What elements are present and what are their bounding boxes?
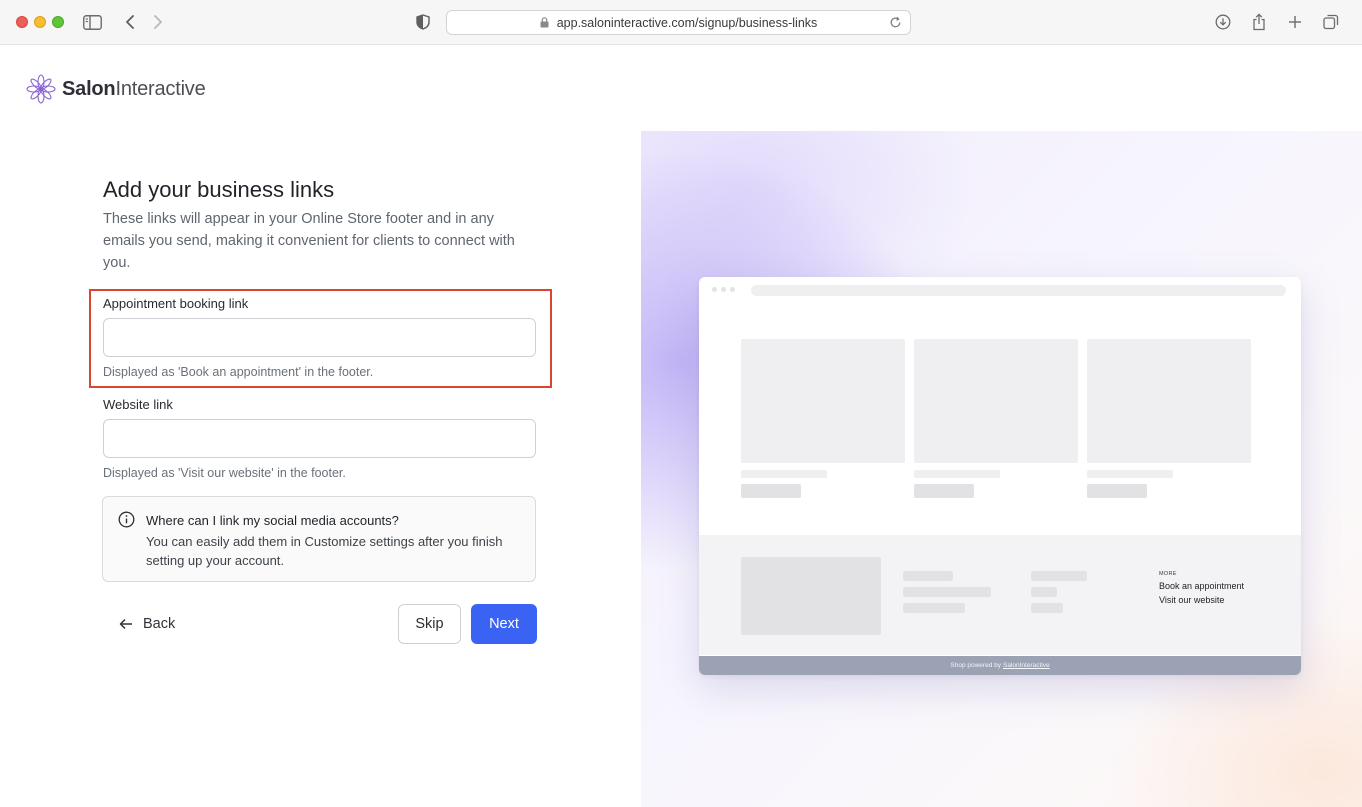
mock-powered-by-bar: Shop powered by SalonInteractive bbox=[699, 656, 1301, 675]
mock-footer-heading bbox=[1031, 571, 1087, 581]
social-media-info-box: Where can I link my social media account… bbox=[102, 496, 536, 582]
mock-product-price bbox=[741, 484, 801, 498]
close-window-button[interactable] bbox=[16, 16, 28, 28]
info-text: You can easily add them in Customize set… bbox=[146, 534, 503, 568]
back-chevron-icon[interactable] bbox=[122, 10, 138, 34]
address-bar[interactable]: app.saloninteractive.com/signup/business… bbox=[446, 10, 911, 35]
lock-icon bbox=[540, 17, 549, 28]
mock-product-title bbox=[741, 470, 827, 478]
flower-logo-icon bbox=[26, 74, 56, 104]
mock-product-price bbox=[914, 484, 974, 498]
mock-product-title bbox=[914, 470, 1000, 478]
info-title: Where can I link my social media account… bbox=[146, 513, 399, 528]
mock-store-footer: MORE Book an appointment Visit our websi… bbox=[699, 535, 1301, 655]
appointment-link-input[interactable] bbox=[103, 318, 536, 357]
mock-footer-line bbox=[1031, 587, 1057, 597]
mock-footer-book-link: Book an appointment bbox=[1159, 581, 1245, 591]
share-icon[interactable] bbox=[1250, 10, 1268, 34]
mock-window-dot bbox=[721, 287, 726, 292]
mock-product-price bbox=[1087, 484, 1147, 498]
tab-overview-icon[interactable] bbox=[1322, 10, 1340, 34]
mock-footer-line bbox=[903, 603, 965, 613]
website-link-input[interactable] bbox=[103, 419, 536, 458]
store-preview-panel: MORE Book an appointment Visit our websi… bbox=[641, 131, 1362, 807]
appointment-link-label: Appointment booking link bbox=[103, 296, 249, 311]
download-icon[interactable] bbox=[1214, 10, 1232, 34]
website-link-help: Displayed as 'Visit our website' in the … bbox=[103, 466, 346, 480]
privacy-shield-icon[interactable] bbox=[414, 10, 432, 34]
skip-button[interactable]: Skip bbox=[398, 604, 461, 644]
mock-footer-logo bbox=[741, 557, 881, 635]
mock-footer-website-link: Visit our website bbox=[1159, 595, 1225, 605]
info-icon bbox=[118, 511, 135, 528]
store-footer-mockup: MORE Book an appointment Visit our websi… bbox=[699, 277, 1301, 675]
sidebar-toggle-icon[interactable] bbox=[82, 10, 102, 34]
back-button[interactable]: Back bbox=[113, 609, 181, 639]
business-links-form: Add your business links These links will… bbox=[103, 175, 537, 274]
new-tab-plus-icon[interactable] bbox=[1286, 10, 1304, 34]
brand-logo[interactable]: SalonInteractive bbox=[26, 74, 206, 104]
powered-by-brand: SalonInteractive bbox=[1002, 662, 1050, 669]
browser-toolbar: app.saloninteractive.com/signup/business… bbox=[0, 0, 1362, 45]
mock-product-title bbox=[1087, 470, 1173, 478]
reload-icon[interactable] bbox=[889, 16, 902, 29]
appointment-link-help: Displayed as 'Book an appointment' in th… bbox=[103, 365, 374, 379]
page-subtitle: These links will appear in your Online S… bbox=[103, 211, 515, 271]
mock-address-bar bbox=[751, 285, 1286, 296]
powered-by-text: Shop powered by bbox=[950, 662, 1001, 669]
mock-footer-more-heading: MORE bbox=[1159, 571, 1177, 577]
mock-window-dot bbox=[712, 287, 717, 292]
brand-name: SalonInteractive bbox=[62, 77, 206, 100]
page-title: Add your business links bbox=[103, 177, 335, 202]
forward-chevron-icon[interactable] bbox=[150, 10, 166, 34]
mock-product-image bbox=[741, 339, 905, 463]
back-button-label: Back bbox=[143, 616, 176, 632]
mock-footer-line bbox=[903, 587, 991, 597]
website-link-label: Website link bbox=[103, 397, 173, 412]
mock-footer-line bbox=[1031, 603, 1063, 613]
mock-footer-heading bbox=[903, 571, 953, 581]
arrow-left-icon bbox=[119, 618, 132, 630]
url-text: app.saloninteractive.com/signup/business… bbox=[556, 15, 818, 30]
mock-product-image bbox=[1087, 339, 1251, 463]
mock-window-dot bbox=[730, 287, 735, 292]
zoom-window-button[interactable] bbox=[52, 16, 64, 28]
next-button[interactable]: Next bbox=[471, 604, 537, 644]
minimize-window-button[interactable] bbox=[34, 16, 46, 28]
mock-product-image bbox=[914, 339, 1078, 463]
